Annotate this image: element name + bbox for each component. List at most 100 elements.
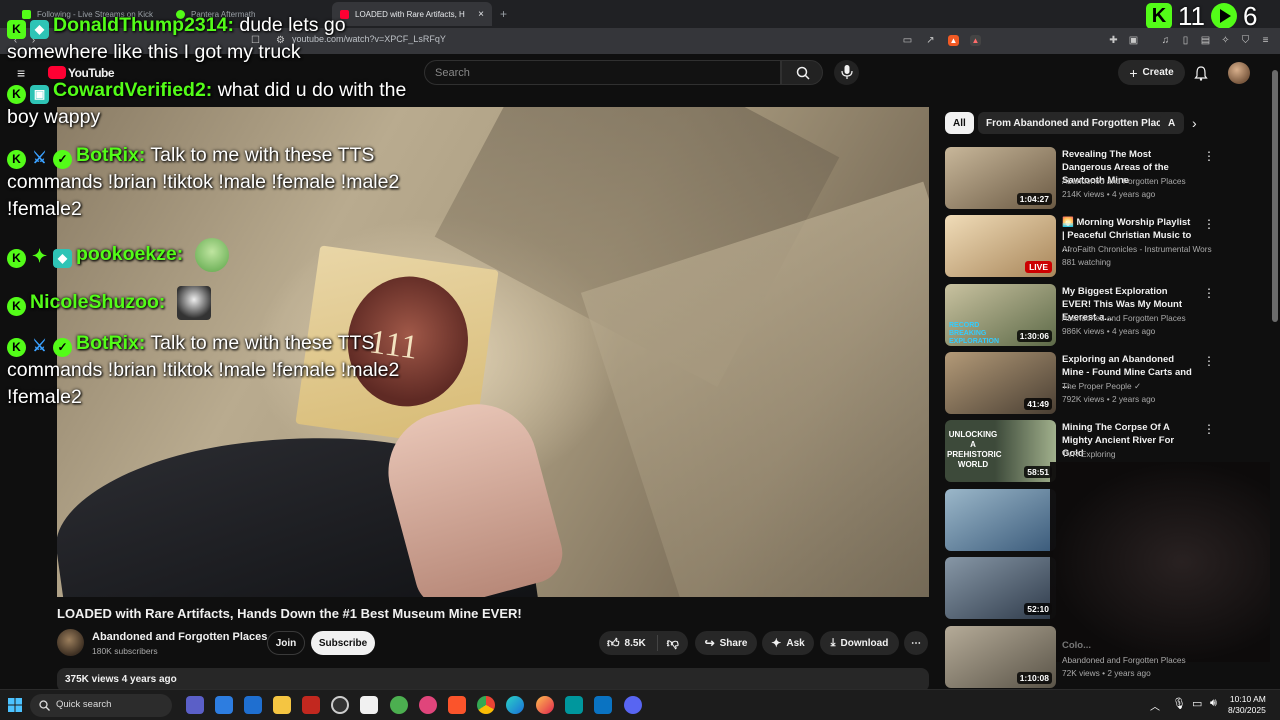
chrome-icon[interactable] [477,696,495,714]
recommendation-channel[interactable]: TVR Exploring [1062,449,1212,459]
music-icon[interactable]: ♫ [1160,35,1171,46]
file-explorer-icon[interactable] [273,696,291,714]
join-button[interactable]: Join [267,631,305,655]
video-thumbnail[interactable]: LIVE [945,215,1056,277]
extensions-icon[interactable]: ✚ [1108,35,1119,46]
recommendation-channel[interactable]: The Proper People ✓ [1062,381,1212,391]
chat-emote [176,286,211,320]
screenshot-icon[interactable]: ▣ [1128,35,1139,46]
notifications-bell-icon[interactable] [1194,66,1208,81]
account-avatar[interactable] [1228,62,1250,84]
more-options-icon[interactable]: ⋮ [1203,217,1215,231]
video-thumbnail[interactable]: UNLOCKING A PREHISTORIC WORLD 58:51 [945,420,1056,482]
subscriber-badge-icon: ◆ [53,249,72,269]
like-icon[interactable]: 👍︎ [607,636,620,651]
video-thumbnail[interactable]: RECORD BREAKING EXPLORATION 1:30:06 [945,284,1056,346]
vscode-icon[interactable] [594,696,612,714]
kick-overlay: K 11 6 [1146,0,1258,31]
menu-icon[interactable]: ≡ [1260,35,1271,46]
taskbar-search-input[interactable]: Quick search [30,694,172,717]
subscribe-button[interactable]: Subscribe [311,631,375,655]
clock-date: 8/30/2025 [1228,705,1266,715]
search-label: Quick search [56,699,112,710]
app-icon[interactable] [390,696,408,714]
recommendation-channel[interactable]: AfroFaith Chronicles - Instrumental Wors… [1062,244,1212,254]
brave-browser-icon[interactable] [448,696,466,714]
chevron-right-icon[interactable]: › [1192,115,1197,131]
more-options-icon[interactable]: ⋮ [1203,354,1215,368]
more-options-icon[interactable]: ⋮ [1203,286,1215,300]
recommendation-item[interactable]: 41:49 Exploring an Abandoned Mine - Foun… [945,352,1215,414]
video-thumbnail[interactable]: 52:10 [945,557,1056,619]
windows-start-icon[interactable] [8,698,22,712]
discord-icon[interactable] [624,696,642,714]
rewards-icon[interactable]: ▲ [970,35,981,46]
chip-from-channel[interactable]: From Abandoned and Forgotten Places [978,112,1181,134]
app-icon[interactable] [244,696,262,714]
channel-avatar[interactable] [57,629,84,656]
microphone-icon[interactable]: 🎙︎ [1172,697,1186,710]
like-count[interactable]: 8.5K [625,638,646,649]
close-tab-icon[interactable]: × [478,9,484,20]
app-icon[interactable] [215,696,233,714]
recommendation-channel[interactable]: Abandoned and Forgotten Places [1062,313,1212,323]
voice-search-button[interactable] [834,60,859,85]
app-icon[interactable] [302,696,320,714]
chat-message: K ✦ ◆ pookoekze: [7,238,427,272]
ask-button[interactable]: ✦ Ask [762,631,814,655]
vpn-shield-icon[interactable]: ⛉ [1240,35,1251,46]
download-button[interactable]: ⤓ Download [820,631,899,655]
sparkle-badge-icon: ✦ [31,246,48,267]
chat-username: NicoleShuzoo: [30,291,166,314]
recommendation-channel[interactable]: Abandoned and Forgotten Places [1062,655,1212,665]
dislike-icon[interactable]: 👎︎ [667,636,679,651]
scrollbar-thumb[interactable] [1272,70,1278,322]
recommendation-item[interactable]: LIVE 🌅 Morning Worship Playlist | Peacef… [945,215,1215,277]
wallet-icon[interactable]: ▤ [1200,35,1211,46]
chevron-up-icon[interactable]: ︿ [1150,698,1160,713]
search-button[interactable] [781,60,823,85]
more-actions-button[interactable]: ⋯ [904,631,928,655]
video-thumbnail[interactable]: 1:04:27 [945,147,1056,209]
recommendation-title[interactable]: Colo... [1062,639,1194,652]
arduino-icon[interactable] [565,696,583,714]
recommendation-item[interactable]: 1:04:27 Revealing The Most Dangerous Are… [945,147,1215,209]
brave-shield-icon[interactable]: ▲ [948,35,959,46]
network-icon[interactable]: ▭ [1192,697,1202,710]
share-page-icon[interactable]: ↗ [925,35,936,46]
play-icon [1211,3,1237,29]
video-thumbnail[interactable]: 41:49 [945,352,1056,414]
edge-icon[interactable] [506,696,524,714]
more-options-icon[interactable]: ⋮ [1203,422,1215,436]
share-button[interactable]: ↪ Share [695,631,757,655]
recommendation-channel[interactable]: Abandoned and Forgotten Places [1062,176,1212,186]
duration-badge: 1:04:27 [1016,193,1052,205]
app-icon[interactable] [331,696,349,714]
cast-icon[interactable]: ▭ [902,35,913,46]
chip-more[interactable]: A [1160,112,1184,134]
new-tab-icon[interactable]: + [500,7,507,21]
sidebar-toggle-icon[interactable]: ▯ [1180,35,1191,46]
video-thumbnail[interactable] [945,489,1056,551]
more-options-icon[interactable]: ⋮ [1203,149,1215,163]
system-clock[interactable]: 10:10 AM 8/30/2025 [1228,694,1266,716]
chip-all[interactable]: All [945,112,974,134]
app-icon[interactable] [360,696,378,714]
recommendation-item[interactable]: RECORD BREAKING EXPLORATION 1:30:06 My B… [945,284,1215,346]
channel-name[interactable]: Abandoned and Forgotten Places [92,631,267,643]
kick-count-2: 6 [1243,0,1258,31]
firefox-icon[interactable] [536,696,554,714]
create-button[interactable]: + Create [1118,60,1185,85]
microphone-icon [841,65,853,79]
recommendation-item[interactable]: 1:10:08 Colo... Abandoned and Forgotten … [945,626,1215,688]
volume-icon[interactable]: 🔊︎ [1210,697,1217,710]
kick-badge-icon: K [7,150,26,169]
chat-message: K NicoleShuzoo: [7,286,427,320]
windows-taskbar: Quick search ︿ 🎙︎ ▭ 🔊︎ 10:10 AM 8/30/202… [0,689,1280,720]
video-thumbnail[interactable]: 1:10:08 [945,626,1056,688]
search-input[interactable]: Search [424,60,781,85]
app-icon[interactable] [419,696,437,714]
leo-ai-icon[interactable]: ✧ [1220,35,1231,46]
teams-icon[interactable] [186,696,204,714]
duration-badge: 1:30:06 [1016,330,1052,342]
